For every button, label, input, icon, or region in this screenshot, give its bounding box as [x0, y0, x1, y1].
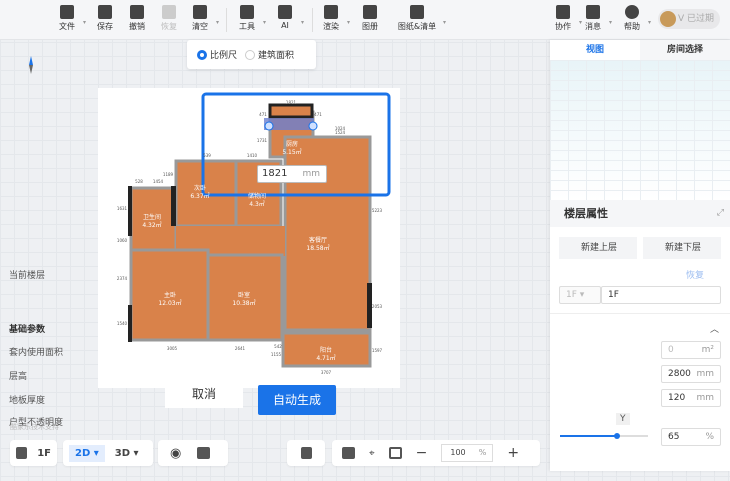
inner-area-input: 0 m² — [661, 341, 721, 359]
thickness-label: 地板厚度 — [9, 396, 46, 406]
svg-text:阳台: 阳台 — [320, 346, 332, 354]
thickness-input[interactable]: 120 mm — [661, 389, 721, 407]
svg-text:卧室: 卧室 — [238, 291, 250, 299]
tab-view[interactable]: 视图 — [550, 40, 640, 60]
svg-text:4.71㎡: 4.71㎡ — [316, 354, 335, 362]
lock-icon — [300, 447, 312, 459]
svg-text:3707: 3707 — [321, 370, 332, 375]
svg-text:1060: 1060 — [117, 238, 128, 243]
lock-button[interactable] — [287, 440, 325, 466]
svg-text:1189: 1189 — [163, 172, 174, 177]
svg-text:1731: 1731 — [257, 138, 268, 143]
svg-text:1597: 1597 — [372, 348, 383, 353]
ruler-handle-left[interactable] — [264, 121, 274, 131]
svg-text:1024: 1024 — [335, 126, 346, 131]
display-group: ◉ — [158, 440, 228, 466]
svg-text:4.3㎡: 4.3㎡ — [249, 200, 265, 208]
restore-link[interactable]: 恢复 — [686, 268, 704, 281]
svg-text:厨房: 厨房 — [286, 140, 298, 148]
svg-text:2374: 2374 — [117, 276, 128, 281]
svg-text:18.58㎡: 18.58㎡ — [306, 244, 329, 252]
scale-length-input[interactable]: 1821 mm — [257, 165, 327, 183]
inner-area-label: 套内使用面积 — [9, 348, 64, 358]
svg-text:542: 542 — [274, 344, 282, 349]
svg-text:2641: 2641 — [235, 346, 246, 351]
add-upper-floor-button[interactable]: 新建上层 — [559, 237, 637, 259]
svg-text:12.03㎡: 12.03㎡ — [158, 299, 181, 307]
svg-text:卫生间: 卫生间 — [143, 213, 161, 221]
svg-text:539: 539 — [203, 153, 211, 158]
tab-room-select[interactable]: 房间选择 — [640, 40, 730, 60]
svg-text:6.37㎡: 6.37㎡ — [190, 192, 209, 200]
layers-icon — [16, 447, 28, 459]
svg-text:1821: 1821 — [286, 100, 297, 105]
cube-icon[interactable] — [197, 447, 211, 459]
collapse-icon[interactable]: ︿ — [710, 322, 719, 335]
svg-text:次卧: 次卧 — [194, 184, 206, 192]
floor-select[interactable]: 1F ▾ — [559, 286, 601, 304]
mode-2d-button[interactable]: 2D ▾ — [69, 444, 105, 462]
expand-icon[interactable]: ⤢ — [717, 200, 724, 227]
svg-text:2053: 2053 — [372, 304, 383, 309]
svg-text:1410: 1410 — [247, 153, 258, 158]
zoom-in-button[interactable]: + — [507, 445, 519, 461]
ruler-handle-right[interactable] — [308, 121, 318, 131]
svg-text:主卧: 主卧 — [164, 291, 176, 299]
svg-text:3005: 3005 — [167, 346, 178, 351]
svg-text:471: 471 — [259, 112, 267, 117]
opacity-slider[interactable] — [560, 433, 648, 439]
svg-text:储物间: 储物间 — [248, 192, 266, 200]
opacity-label: 户型不透明度 — [9, 418, 64, 428]
svg-text:5223: 5223 — [372, 208, 383, 213]
svg-text:1631: 1631 — [117, 206, 128, 211]
zoom-fit-icon[interactable] — [388, 447, 402, 459]
svg-text:1540: 1540 — [117, 321, 128, 326]
image-icon[interactable] — [342, 447, 355, 459]
svg-text:客餐厅: 客餐厅 — [309, 236, 327, 244]
section-title: 基础参数 — [9, 325, 46, 335]
3d-preview[interactable] — [550, 60, 730, 200]
svg-text:1155: 1155 — [271, 352, 282, 357]
svg-text:1454: 1454 — [153, 179, 164, 184]
height-label: 层高 — [9, 372, 28, 382]
opacity-shortcut: Y — [616, 413, 630, 425]
floor-name-input[interactable]: 1F — [601, 286, 721, 304]
auto-generate-button[interactable]: 自动生成 — [258, 385, 336, 415]
svg-text:5.15㎡: 5.15㎡ — [282, 148, 301, 156]
current-floor-label: 当前楼层 — [9, 271, 46, 281]
svg-text:471: 471 — [314, 112, 322, 117]
opacity-input[interactable]: 65% — [661, 428, 721, 446]
cancel-button[interactable]: 取消 — [165, 380, 243, 408]
zoom-group: ⌖ − 100% + — [332, 440, 540, 466]
height-input[interactable]: 2800 mm — [661, 365, 721, 383]
add-lower-floor-button[interactable]: 新建下层 — [643, 237, 721, 259]
view-mode-group: 2D ▾ 3D ▾ — [63, 440, 153, 466]
zoom-input[interactable]: 100% — [441, 444, 494, 462]
eye-icon[interactable]: ◉ — [170, 446, 181, 461]
floor-switcher[interactable]: 1F — [10, 440, 57, 466]
panel-title: 楼层属性 ⤢ — [550, 200, 730, 227]
svg-text:10.38㎡: 10.38㎡ — [232, 299, 255, 307]
focus-icon[interactable]: ⌖ — [369, 448, 375, 459]
svg-text:4.32㎡: 4.32㎡ — [142, 221, 161, 229]
mode-3d-button[interactable]: 3D ▾ — [115, 448, 139, 459]
zoom-out-button[interactable]: − — [416, 445, 428, 461]
svg-text:528: 528 — [135, 179, 143, 184]
